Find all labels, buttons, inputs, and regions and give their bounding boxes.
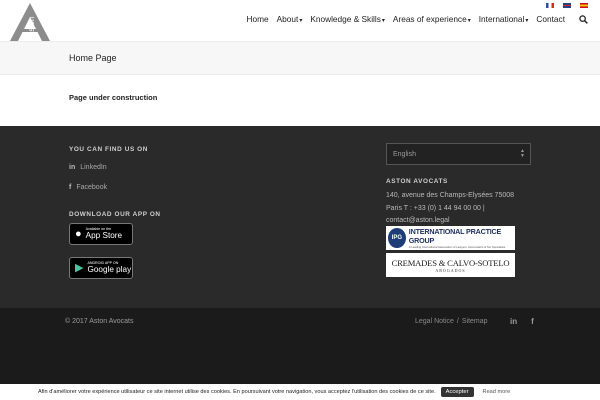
nav-label: Contact	[536, 14, 565, 24]
linkedin-label: LinkedIn	[80, 164, 107, 171]
app-store-badge[interactable]: ● Available on the App Store	[69, 223, 133, 245]
copyright-text: © 2017 Aston Avocats	[65, 318, 134, 325]
address-phone-line: Paris T : +33 (0) 1 44 94 00 00 |	[386, 204, 485, 212]
facebook-icon[interactable]: f	[531, 317, 534, 326]
company-heading: ASTON AVOCATS	[386, 178, 448, 185]
aston-logo[interactable]: Aston	[10, 3, 50, 41]
linkedin-link[interactable]: in LinkedIn	[69, 164, 107, 171]
company-address: 140, avenue des Champs-Elysées 75008 Par…	[386, 190, 514, 228]
link-separator: /	[456, 318, 459, 325]
chevron-down-icon: ▾	[467, 18, 471, 24]
cremades-subtitle: ABOGADOS	[435, 267, 466, 273]
ipg-subtitle: A Leading International Association of L…	[408, 245, 506, 249]
address-line: 140, avenue des Champs-Elysées 75008	[386, 192, 515, 199]
page-body-text: Page under construction	[69, 93, 158, 102]
nav-item-areas-of-experience[interactable]: Areas of experience▾	[393, 14, 471, 24]
ipg-mark: IPG	[388, 228, 406, 248]
facebook-link[interactable]: f Facebook	[69, 184, 107, 191]
search-icon[interactable]	[579, 14, 588, 24]
googleplay-big-text: Google play	[87, 264, 132, 274]
language-flags	[546, 3, 588, 8]
language-select[interactable]: English ▲ ▼	[386, 143, 531, 165]
chevron-down-icon: ▾	[299, 18, 303, 24]
page-title-bar: Home Page	[0, 42, 600, 75]
facebook-icon: f	[69, 184, 72, 191]
nav-label: Knowledge & Skills	[310, 14, 381, 24]
nav-label: Home	[246, 14, 269, 24]
uk-flag-icon[interactable]	[563, 3, 571, 8]
page-title: Home Page	[69, 53, 117, 63]
select-arrows-icon: ▲ ▼	[520, 148, 525, 159]
ipg-title: INTERNATIONAL PRACTICE GROUP	[408, 227, 502, 245]
nav-label: About	[276, 14, 299, 24]
social-icons: in f	[510, 317, 534, 326]
find-us-heading: YOU CAN FIND US ON	[69, 146, 148, 153]
read-more-link[interactable]: Read more	[483, 389, 511, 395]
apple-icon: ●	[75, 227, 82, 240]
cookie-banner: Afin d'améliorer votre expérience utilis…	[0, 384, 600, 400]
cremades-logo[interactable]: CREMADES & CALVO-SOTELO ABOGADOS	[386, 253, 515, 277]
logo-text: Aston	[27, 16, 36, 37]
bottom-bar: © 2017 Aston Avocats Legal Notice / Site…	[0, 308, 600, 384]
es-flag-icon[interactable]	[580, 3, 588, 8]
cookie-message: Afin d'améliorer votre expérience utilis…	[38, 389, 436, 395]
linkedin-icon: in	[69, 164, 76, 171]
site-header: Aston Home About▾ Knowledge & Skills▾ Ar…	[0, 0, 600, 42]
nav-item-about[interactable]: About▾	[277, 14, 303, 24]
ipg-logo[interactable]: IPG INTERNATIONAL PRACTICE GROUP A Leadi…	[386, 226, 515, 250]
appstore-big-text: App Store	[85, 230, 123, 240]
nav-item-home[interactable]: Home	[246, 14, 268, 24]
nav-label: Areas of experience	[392, 14, 467, 24]
play-icon: ▶	[75, 261, 84, 274]
facebook-label: Facebook	[76, 184, 108, 191]
google-play-badge[interactable]: ▶ ANDROID APP ON Google play	[69, 257, 133, 279]
main-nav: Home About▾ Knowledge & Skills▾ Areas of…	[238, 14, 588, 24]
nav-label: International	[478, 14, 525, 24]
chevron-down-icon: ▾	[525, 18, 529, 24]
nav-item-knowledge-skills[interactable]: Knowledge & Skills▾	[310, 14, 385, 24]
chevron-down-icon: ▾	[381, 18, 385, 24]
legal-links: Legal Notice / Sitemap	[415, 318, 488, 325]
nav-item-international[interactable]: International▾	[479, 14, 529, 24]
accept-cookies-button[interactable]: Accepter	[440, 387, 474, 397]
linkedin-icon[interactable]: in	[510, 317, 517, 326]
nav-item-contact[interactable]: Contact	[536, 14, 565, 24]
cremades-title: CREMADES & CALVO-SOTELO	[391, 257, 510, 268]
app-heading: DOWNLOAD OUR APP ON	[69, 211, 161, 218]
legal-notice-link[interactable]: Legal Notice	[415, 318, 454, 325]
sitemap-link[interactable]: Sitemap	[462, 318, 488, 325]
language-select-value: English	[393, 150, 416, 158]
fr-flag-icon[interactable]	[546, 3, 554, 8]
